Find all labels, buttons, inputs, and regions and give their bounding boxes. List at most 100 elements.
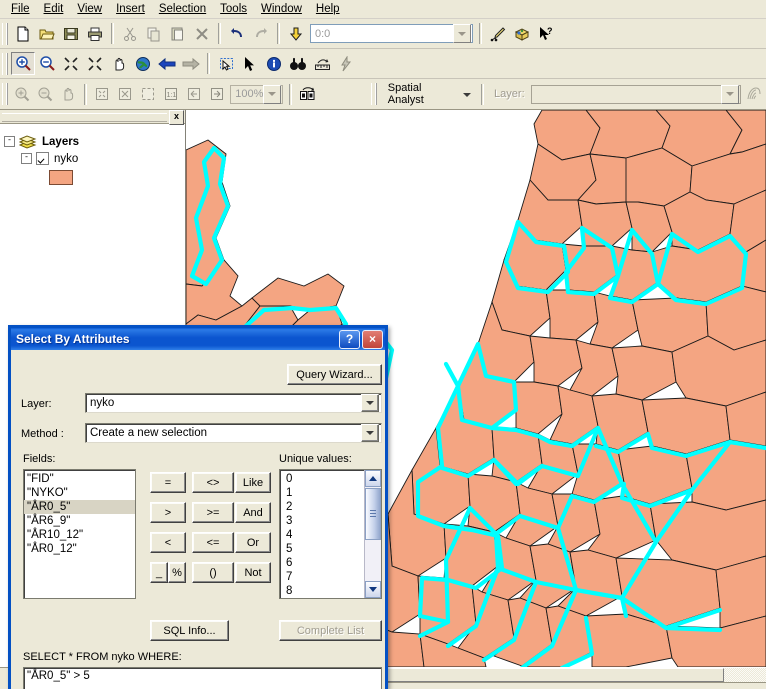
toolbar-grip[interactable] xyxy=(370,83,377,105)
operator-equals-button[interactable]: = xyxy=(150,472,186,493)
fields-list-item[interactable]: "NYKO" xyxy=(24,486,135,500)
full-extent-icon[interactable] xyxy=(131,52,155,75)
delete-icon[interactable] xyxy=(190,22,214,45)
query-wizard-button[interactable]: Query Wizard... xyxy=(287,364,382,385)
menu-item-view[interactable]: View xyxy=(70,1,109,18)
operator-underscore-button[interactable]: _ xyxy=(150,562,168,583)
go-back-page-icon[interactable] xyxy=(182,83,205,106)
measure-icon[interactable] xyxy=(310,52,334,75)
menu-item-insert[interactable]: Insert xyxy=(109,1,152,18)
layout-pan-icon[interactable] xyxy=(57,83,80,106)
layer-symbol-swatch[interactable] xyxy=(49,170,73,185)
one-to-one-icon[interactable]: 1:1 xyxy=(159,83,182,106)
operator-not-button[interactable]: Not xyxy=(235,562,271,583)
sa-layer-combo[interactable] xyxy=(530,84,742,104)
toolbar-grip[interactable] xyxy=(2,52,8,75)
go-forward-page-icon[interactable] xyxy=(205,83,228,106)
operator-greater-button[interactable]: > xyxy=(150,502,186,523)
fields-list-item[interactable]: "ÅR6_9" xyxy=(24,514,135,528)
close-button[interactable]: × xyxy=(362,329,383,349)
histogram-icon[interactable] xyxy=(743,83,766,106)
fixed-zoom-in-icon[interactable] xyxy=(59,52,83,75)
operator-percent-button[interactable]: % xyxy=(168,562,186,583)
fixed-zoom-out-icon[interactable] xyxy=(83,52,107,75)
layer-visibility-checkbox[interactable] xyxy=(36,152,49,165)
scroll-down-icon[interactable] xyxy=(365,581,381,598)
expander-icon[interactable]: - xyxy=(4,136,15,147)
unique-values-listbox[interactable]: 012345678 xyxy=(279,469,382,599)
undo-icon[interactable] xyxy=(225,22,249,45)
menu-item-edit[interactable]: Edit xyxy=(37,1,71,18)
sql-info-button[interactable]: SQL Info... xyxy=(150,620,229,641)
chevron-down-icon[interactable] xyxy=(361,394,379,412)
toolbar-grip[interactable] xyxy=(2,83,8,105)
operator-less-button[interactable]: < xyxy=(150,532,186,553)
select-features-icon[interactable] xyxy=(214,52,238,75)
unique-values-scrollbar[interactable] xyxy=(364,470,381,598)
toc-root-layers[interactable]: - Layers xyxy=(0,133,185,150)
scroll-thumb[interactable] xyxy=(365,488,381,540)
zoom-in-icon[interactable] xyxy=(11,52,35,75)
menu-item-selection[interactable]: Selection xyxy=(152,1,213,18)
fields-listbox[interactable]: "FID" "NYKO" "ÅR0_5" "ÅR6_9" "ÅR10_12" "ÅR0_1… xyxy=(23,469,136,599)
fields-list-item[interactable]: "ÅR0_12" xyxy=(24,542,135,556)
forward-extent-icon[interactable] xyxy=(179,52,203,75)
hyperlink-icon[interactable] xyxy=(334,52,358,75)
save-icon[interactable] xyxy=(59,22,83,45)
add-data-icon[interactable] xyxy=(284,22,308,45)
menu-item-file[interactable]: File xyxy=(4,1,37,18)
back-extent-icon[interactable] xyxy=(155,52,179,75)
layer-combo[interactable]: nyko xyxy=(85,393,382,413)
identify-icon[interactable] xyxy=(262,52,286,75)
operator-and-button[interactable]: And xyxy=(235,502,271,523)
menu-item-tools[interactable]: Tools xyxy=(213,1,254,18)
print-icon[interactable] xyxy=(83,22,107,45)
complete-list-button[interactable]: Complete List xyxy=(279,620,382,641)
chevron-down-icon[interactable] xyxy=(361,424,379,442)
chevron-down-icon[interactable] xyxy=(721,84,740,104)
zoom-to-page-icon[interactable] xyxy=(136,83,159,106)
toc-layer-nyko[interactable]: - nyko xyxy=(0,150,185,167)
expander-icon[interactable]: - xyxy=(21,153,32,164)
operator-like-button[interactable]: Like xyxy=(235,472,271,493)
toolbar-grip[interactable] xyxy=(2,22,8,45)
zoom-whole-page-icon[interactable] xyxy=(91,83,114,106)
operator-not-equal-button[interactable]: <> xyxy=(192,472,234,493)
help-button[interactable]: ? xyxy=(339,329,360,349)
map-scale-combo[interactable]: 0:0 xyxy=(310,24,473,43)
layout-zoom-combo[interactable]: 100% xyxy=(230,84,284,104)
chevron-down-icon[interactable] xyxy=(263,84,282,104)
map-scroll-track[interactable] xyxy=(724,668,766,682)
layout-zoom-in-icon[interactable] xyxy=(11,83,34,106)
copy-icon[interactable] xyxy=(142,22,166,45)
zoom-out-icon[interactable] xyxy=(35,52,59,75)
operator-parens-button[interactable]: () xyxy=(192,562,234,583)
editor-tool-icon[interactable] xyxy=(486,22,510,45)
dialog-title-bar[interactable]: Select By Attributes ? × xyxy=(11,328,385,350)
operator-or-button[interactable]: Or xyxy=(235,532,271,553)
pan-icon[interactable] xyxy=(107,52,131,75)
toggle-draft-mode-icon[interactable] xyxy=(296,83,319,106)
fields-list-item[interactable]: "FID" xyxy=(24,472,135,486)
new-icon[interactable] xyxy=(11,22,35,45)
close-icon[interactable]: x xyxy=(169,110,184,125)
sql-expression-input[interactable]: "ÅR0_5" > 5 xyxy=(23,667,382,689)
cut-icon[interactable] xyxy=(118,22,142,45)
spatial-analyst-menu[interactable]: Spatial Analyst xyxy=(380,82,477,106)
operator-greater-equal-button[interactable]: >= xyxy=(192,502,234,523)
find-icon[interactable] xyxy=(286,52,310,75)
redo-icon[interactable] xyxy=(249,22,273,45)
chevron-down-icon[interactable] xyxy=(453,24,471,43)
layout-zoom-out-icon[interactable] xyxy=(34,83,57,106)
select-elements-icon[interactable] xyxy=(238,52,262,75)
scroll-up-icon[interactable] xyxy=(365,470,381,487)
menu-item-window[interactable]: Window xyxy=(254,1,309,18)
operator-less-equal-button[interactable]: <= xyxy=(192,532,234,553)
fields-list-item[interactable]: "ÅR10_12" xyxy=(24,528,135,542)
fields-list-item[interactable]: "ÅR0_5" xyxy=(24,500,135,514)
menu-item-help[interactable]: Help xyxy=(309,1,347,18)
paste-icon[interactable] xyxy=(166,22,190,45)
method-combo[interactable]: Create a new selection xyxy=(85,423,382,443)
open-icon[interactable] xyxy=(35,22,59,45)
fixed-zoom-page-icon[interactable] xyxy=(114,83,137,106)
